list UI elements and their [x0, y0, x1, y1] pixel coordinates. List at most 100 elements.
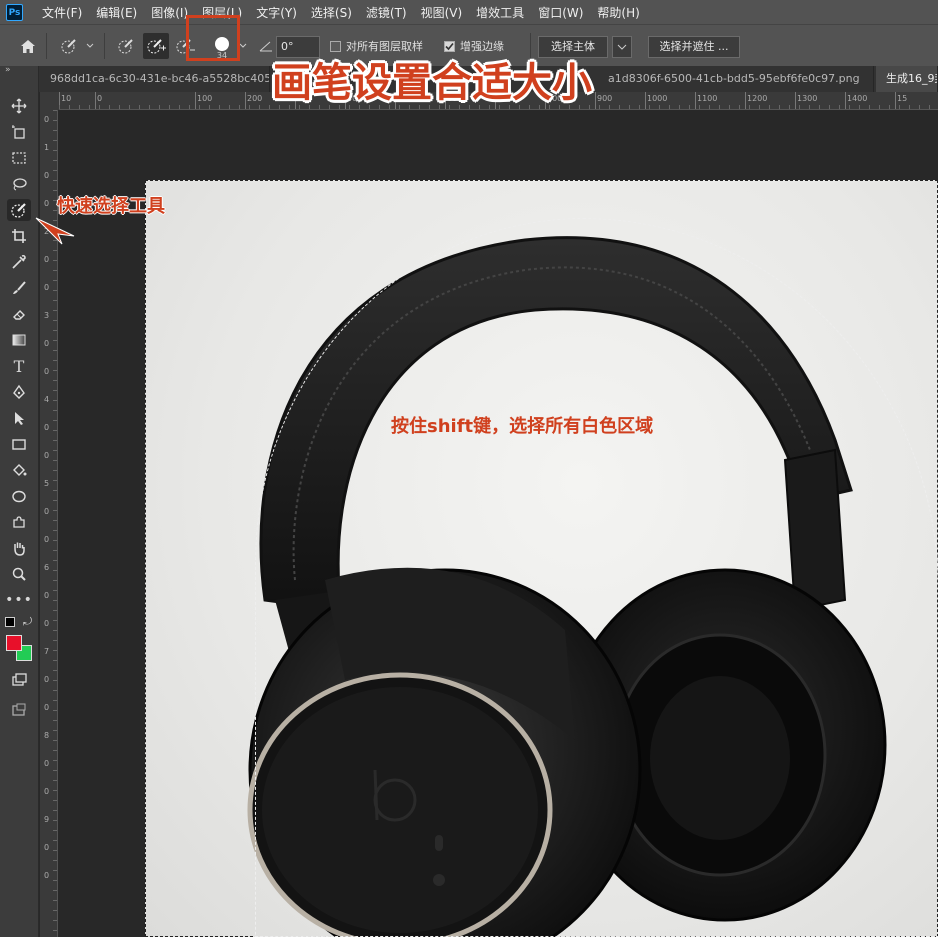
artboard-icon[interactable]: [7, 121, 31, 143]
v-ruler-label: 4: [44, 395, 50, 404]
v-ruler-label: 0: [44, 283, 50, 292]
add-to-selection-icon[interactable]: [143, 33, 169, 59]
ellipse-icon[interactable]: [7, 485, 31, 507]
v-ruler-minor-tick: [53, 530, 57, 531]
menu-edit[interactable]: 编辑(E): [89, 4, 144, 21]
document-tab-1[interactable]: 968dd1ca-6c30-431e-bc46-a5528bc405a: [40, 66, 270, 92]
h-ruler-minor-tick: [249, 105, 250, 109]
rectangle-icon[interactable]: [7, 433, 31, 455]
document-tab-active[interactable]: 生成16_9封: [876, 66, 938, 92]
brush-icon[interactable]: [7, 277, 31, 299]
h-ruler-minor-tick: [889, 105, 890, 109]
menu-help[interactable]: 帮助(H): [590, 4, 646, 21]
menu-bar: Ps 文件(F) 编辑(E) 图像(I) 图层(L) 文字(Y) 选择(S) 滤…: [0, 0, 938, 24]
edit-quick-mask-icon[interactable]: [7, 669, 31, 691]
h-ruler-minor-tick: [119, 105, 120, 109]
v-ruler-minor-tick: [53, 740, 57, 741]
zoom-icon[interactable]: [7, 563, 31, 585]
tool-preset-picker[interactable]: [54, 25, 98, 67]
v-ruler-minor-tick: [53, 590, 57, 591]
v-ruler-minor-tick: [53, 920, 57, 921]
foreground-color-swatch[interactable]: [6, 635, 22, 651]
h-ruler-label: 1200: [747, 94, 768, 103]
v-ruler-label: 9: [44, 815, 50, 824]
h-ruler-minor-tick: [609, 105, 610, 109]
v-ruler-minor-tick: [53, 700, 57, 701]
v-ruler-label: 7: [44, 647, 50, 656]
h-ruler-minor-tick: [259, 105, 260, 109]
v-ruler-minor-tick: [53, 450, 57, 451]
v-ruler-minor-tick: [53, 490, 57, 491]
crop-icon[interactable]: [7, 225, 31, 247]
menu-select[interactable]: 选择(S): [304, 4, 359, 21]
menu-file[interactable]: 文件(F): [35, 4, 89, 21]
v-ruler-minor-tick: [53, 390, 57, 391]
menu-plugins[interactable]: 增效工具: [469, 4, 531, 21]
v-ruler-label: 0: [44, 591, 50, 600]
h-ruler-minor-tick: [849, 105, 850, 109]
h-ruler-tick: [195, 92, 196, 109]
hand-icon[interactable]: [7, 537, 31, 559]
h-ruler-minor-tick: [239, 105, 240, 109]
h-ruler-label: 900: [597, 94, 613, 103]
select-and-mask-button[interactable]: 选择并遮住 ...: [648, 36, 740, 58]
h-ruler-minor-tick: [739, 105, 740, 109]
pen-icon[interactable]: [7, 381, 31, 403]
v-ruler-label: 0: [44, 619, 50, 628]
h-ruler-minor-tick: [139, 105, 140, 109]
puzzle-icon[interactable]: [7, 511, 31, 533]
h-ruler-minor-tick: [649, 105, 650, 109]
default-colors-icon[interactable]: [5, 617, 15, 627]
quick-select-icon[interactable]: [7, 199, 31, 221]
type-icon[interactable]: T: [7, 355, 31, 377]
v-ruler-label: 1: [44, 143, 50, 152]
collapse-panel-icon[interactable]: »: [5, 65, 11, 75]
h-ruler-minor-tick: [69, 105, 70, 109]
h-ruler-tick: [645, 92, 646, 109]
v-ruler-minor-tick: [53, 340, 57, 341]
h-ruler-minor-tick: [269, 105, 270, 109]
move-icon[interactable]: [7, 95, 31, 117]
marquee-icon[interactable]: [7, 147, 31, 169]
path-select-icon[interactable]: [7, 407, 31, 429]
home-icon[interactable]: [14, 25, 42, 67]
h-ruler-minor-tick: [809, 105, 810, 109]
v-ruler-minor-tick: [53, 320, 57, 321]
screen-mode-icon[interactable]: [7, 699, 31, 721]
menu-filter[interactable]: 滤镜(T): [359, 4, 414, 21]
v-ruler-label: 0: [44, 367, 50, 376]
h-ruler-minor-tick: [929, 105, 930, 109]
v-ruler-minor-tick: [53, 180, 57, 181]
menu-type[interactable]: 文字(Y): [249, 4, 304, 21]
v-ruler-label: 0: [44, 843, 50, 852]
eraser-icon[interactable]: [7, 303, 31, 325]
v-ruler-minor-tick: [53, 520, 57, 521]
v-ruler-minor-tick: [53, 680, 57, 681]
v-ruler-minor-tick: [53, 150, 57, 151]
v-ruler-minor-tick: [53, 440, 57, 441]
menu-view[interactable]: 视图(V): [414, 4, 470, 21]
eyedropper-icon[interactable]: [7, 251, 31, 273]
v-ruler-label: 0: [44, 199, 50, 208]
gradient-icon[interactable]: [7, 329, 31, 351]
h-ruler-minor-tick: [149, 105, 150, 109]
v-ruler-label: 8: [44, 731, 50, 740]
select-subject-dropdown-button[interactable]: [612, 36, 632, 58]
document-canvas[interactable]: [59, 110, 938, 937]
h-ruler-minor-tick: [759, 105, 760, 109]
v-ruler-minor-tick: [53, 400, 57, 401]
lasso-icon[interactable]: [7, 173, 31, 195]
swap-colors-icon[interactable]: ⤾: [23, 615, 32, 629]
h-ruler-minor-tick: [89, 105, 90, 109]
more-tools-icon[interactable]: •••: [5, 589, 32, 611]
paint-bucket-icon[interactable]: [7, 459, 31, 481]
v-ruler-minor-tick: [53, 730, 57, 731]
document-tab-2[interactable]: a1d8306f-6500-41cb-bdd5-95ebf6fe0c97.png: [598, 66, 874, 92]
new-selection-icon[interactable]: [114, 25, 140, 67]
v-ruler-minor-tick: [53, 420, 57, 421]
v-ruler-label: 5: [44, 479, 50, 488]
h-ruler-label: 1100: [697, 94, 718, 103]
menu-window[interactable]: 窗口(W): [531, 4, 590, 21]
v-ruler-minor-tick: [53, 280, 57, 281]
h-ruler-tick: [595, 92, 596, 109]
